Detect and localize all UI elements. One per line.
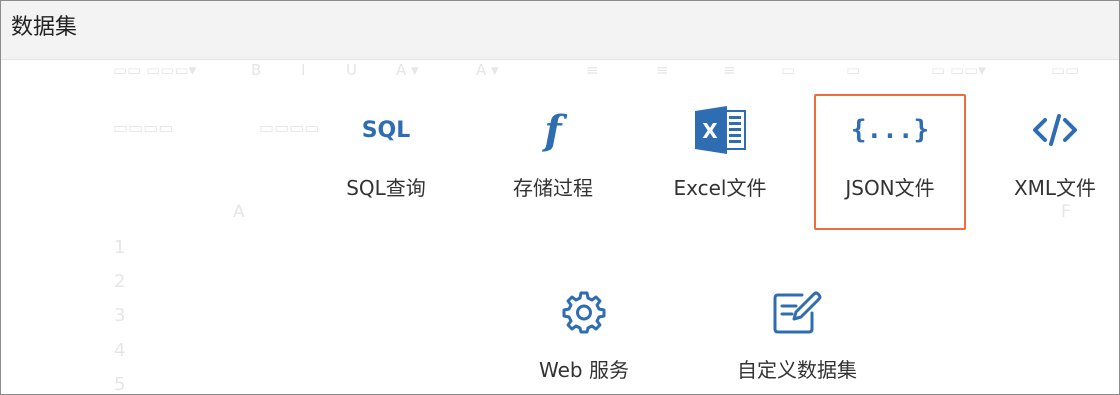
dialog-titlebar: 数据集	[1, 1, 1119, 60]
dialog-title: 数据集	[11, 15, 78, 40]
sql-icon: SQL	[361, 117, 411, 143]
option-excel-file[interactable]: X Excel文件	[646, 94, 794, 226]
option-label: Excel文件	[673, 176, 767, 200]
option-label: 自定义数据集	[737, 358, 857, 382]
option-label: JSON文件	[845, 176, 935, 200]
option-label: SQL查询	[346, 176, 426, 200]
option-json-file[interactable]: {...} JSON文件	[814, 94, 966, 230]
option-label: XML文件	[1013, 176, 1097, 200]
option-sql-query[interactable]: SQL SQL查询	[312, 94, 460, 226]
option-stored-procedure[interactable]: f 存储过程	[479, 94, 627, 226]
excel-icon: X	[688, 104, 752, 156]
function-icon: f	[544, 106, 562, 154]
dataset-dialog: ▭▭ ▭▭▭▾ B I U A ▾ A ▾ ≡ ≡ ≡ ▭ ▭ ▭ ▭▭▾ ▭▭…	[0, 0, 1120, 395]
option-xml-file[interactable]: XML文件	[981, 94, 1119, 226]
option-label: 存储过程	[513, 176, 593, 200]
json-icon: {...}	[850, 115, 930, 145]
xml-icon	[1023, 104, 1087, 156]
gear-icon	[552, 286, 616, 338]
option-label: Web 服务	[539, 358, 629, 382]
svg-text:X: X	[702, 119, 718, 143]
option-custom-dataset[interactable]: 自定义数据集	[723, 276, 871, 394]
edit-icon	[765, 286, 829, 338]
option-web-service[interactable]: Web 服务	[510, 276, 658, 394]
